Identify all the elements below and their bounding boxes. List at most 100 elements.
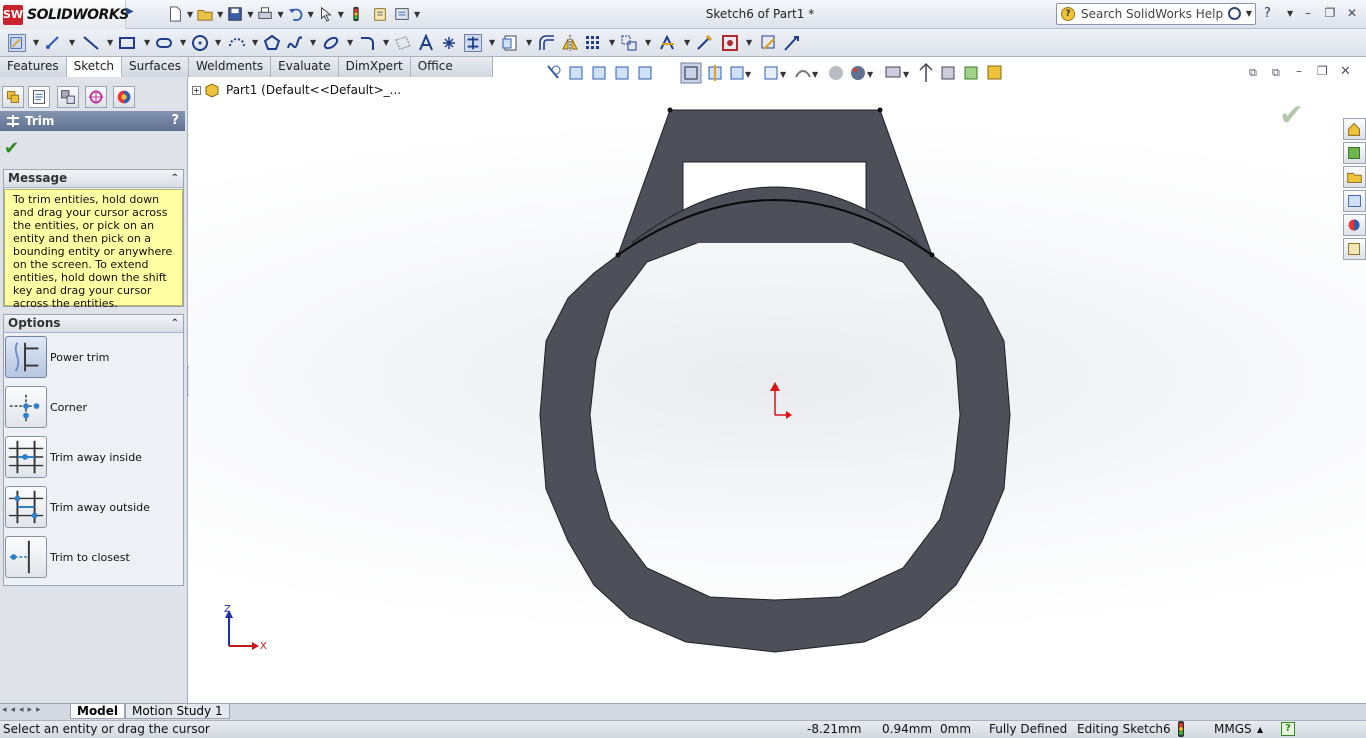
tab-features[interactable]: Features — [0, 57, 67, 77]
sketch-geometry[interactable] — [520, 95, 1030, 660]
rectangle-icon[interactable] — [118, 34, 136, 52]
dimxpert-manager-tab-icon[interactable] — [85, 86, 107, 108]
status-units[interactable]: MMGS — [1214, 721, 1252, 738]
chevron-down-icon[interactable]: ▼ — [745, 70, 752, 79]
chevron-down-icon[interactable]: ▼ — [215, 38, 221, 47]
fillet-icon[interactable] — [358, 34, 376, 52]
quick-snaps-icon[interactable] — [721, 34, 739, 52]
convert-entities-icon[interactable] — [501, 34, 519, 52]
undo-icon[interactable] — [287, 5, 305, 23]
tab-weldments[interactable]: Weldments — [189, 57, 272, 77]
section-view-icon[interactable] — [708, 65, 722, 81]
collapse-up-icon[interactable]: ⌃ — [171, 170, 179, 187]
viewport-close-button[interactable]: ✕ — [1340, 64, 1351, 79]
options-icon[interactable] — [393, 5, 411, 23]
rapid-sketch-icon[interactable] — [760, 34, 778, 52]
tab-office-products[interactable]: Office Products — [410, 57, 493, 92]
option-trim-away-outside[interactable]: Trim away outside — [5, 486, 150, 528]
menu-expand-arrow-icon[interactable]: ▶ — [126, 6, 134, 22]
sketch-point[interactable] — [877, 107, 883, 113]
design-library-icon[interactable] — [1343, 142, 1366, 164]
view-palette-icon[interactable] — [1343, 190, 1366, 212]
rebuild-icon[interactable] — [347, 5, 365, 23]
move-entities-icon[interactable] — [620, 34, 638, 52]
chevron-down-icon[interactable]: ▼ — [489, 38, 495, 47]
chevron-down-icon[interactable]: ▼ — [1246, 9, 1252, 18]
chevron-down-icon[interactable]: ▼ — [107, 38, 113, 47]
appearances-icon[interactable] — [1343, 214, 1366, 236]
configuration-manager-tab-icon[interactable] — [57, 86, 79, 108]
slot-icon[interactable] — [155, 34, 173, 52]
view-settings-icon[interactable] — [885, 66, 901, 78]
view-cube-icon[interactable] — [592, 66, 606, 80]
photoview-icon[interactable] — [987, 65, 1002, 80]
chevron-down-icon[interactable]: ▼ — [217, 10, 223, 19]
point-icon[interactable] — [440, 34, 458, 52]
solidworks-resources-icon[interactable] — [1343, 118, 1366, 140]
chevron-down-icon[interactable]: ▼ — [310, 38, 316, 47]
rebuild-status-icon[interactable] — [1175, 721, 1187, 737]
tab-motion-study-1[interactable]: Motion Study 1 — [125, 704, 230, 719]
chevron-down-icon[interactable]: ▼ — [780, 70, 787, 79]
scene-icon[interactable] — [851, 66, 865, 80]
new-document-icon[interactable] — [166, 5, 184, 23]
chevron-down-icon[interactable]: ▼ — [347, 38, 353, 47]
sketch-point[interactable] — [667, 107, 673, 113]
line-icon[interactable] — [82, 34, 100, 52]
chevron-down-icon[interactable]: ▼ — [684, 38, 690, 47]
viewport-restore-button[interactable]: ❐ — [1317, 64, 1328, 78]
option-trim-away-inside[interactable]: Trim away inside — [5, 436, 142, 478]
rotate-view-icon[interactable] — [919, 62, 933, 82]
sketch-point[interactable] — [615, 252, 621, 258]
smart-dimension-icon[interactable] — [44, 34, 62, 52]
hidden-lines-icon[interactable] — [680, 62, 702, 84]
ok-check-icon[interactable]: ✔ — [4, 138, 19, 159]
print-icon[interactable] — [256, 5, 274, 23]
message-group-header[interactable]: Message ⌃ — [4, 170, 183, 188]
property-manager-help-button[interactable]: ? — [171, 113, 179, 128]
mirror-entities-icon[interactable] — [561, 34, 579, 52]
viewport-split-icon[interactable]: ⧉ — [1272, 66, 1280, 80]
file-properties-icon[interactable] — [371, 5, 389, 23]
chevron-down-icon[interactable]: ▼ — [277, 10, 283, 19]
text-icon[interactable] — [417, 34, 435, 52]
exit-sketch-icon[interactable] — [8, 34, 26, 52]
quick-tips-help-button[interactable]: ? — [1281, 722, 1295, 736]
display-manager-tab-icon[interactable] — [113, 86, 135, 108]
chevron-down-icon[interactable]: ▼ — [187, 10, 193, 19]
chevron-down-icon[interactable]: ▼ — [812, 70, 819, 79]
units-chevron-up-icon[interactable]: ▲ — [1257, 721, 1263, 738]
offset-entities-icon[interactable] — [538, 34, 556, 52]
select-arrow-icon[interactable] — [317, 5, 335, 23]
tab-scroll-arrows-icon[interactable]: ◂◂◂▸▸ — [2, 705, 45, 715]
chevron-down-icon[interactable]: ▼ — [252, 38, 258, 47]
chevron-down-icon[interactable]: ▼ — [903, 70, 910, 79]
file-explorer-icon[interactable] — [1343, 166, 1366, 188]
search-icon[interactable] — [1228, 7, 1241, 20]
tab-model[interactable]: Model — [70, 704, 126, 719]
spline-icon[interactable] — [286, 34, 304, 52]
repair-sketch-icon[interactable] — [695, 34, 713, 52]
collapse-up-icon[interactable]: ⌃ — [171, 315, 179, 332]
open-folder-icon[interactable] — [196, 5, 214, 23]
instant-2d-icon[interactable] — [783, 34, 801, 52]
tab-surfaces[interactable]: Surfaces — [122, 57, 190, 77]
view-cube-icon[interactable] — [569, 66, 583, 80]
feature-tree-flyout[interactable]: + Part1 (Default<<Default>_... — [192, 82, 401, 98]
custom-properties-icon[interactable] — [1343, 238, 1366, 260]
solidworks-logo[interactable]: SW SOLIDWORKS — [0, 0, 129, 29]
property-manager-tab-icon[interactable] — [28, 86, 50, 108]
chevron-down-icon[interactable]: ▼ — [338, 10, 344, 19]
polygon-icon[interactable] — [263, 34, 281, 52]
view-orientation-icon[interactable] — [730, 66, 744, 80]
chevron-down-icon[interactable]: ▼ — [1287, 9, 1293, 18]
circle-icon[interactable] — [191, 34, 209, 52]
chevron-down-icon[interactable]: ▼ — [144, 38, 150, 47]
options-group-header[interactable]: Options ⌃ — [4, 315, 183, 333]
chevron-down-icon[interactable]: ▼ — [645, 38, 651, 47]
search-help-input[interactable]: ? Search SolidWorks Help ▼ — [1056, 3, 1256, 25]
chevron-down-icon[interactable]: ▼ — [609, 38, 615, 47]
viewport-tile-icon[interactable]: ⧉ — [1249, 66, 1257, 80]
tab-sketch[interactable]: Sketch — [66, 57, 123, 77]
confirmation-corner-ok-icon[interactable]: ✔ — [1279, 98, 1304, 133]
